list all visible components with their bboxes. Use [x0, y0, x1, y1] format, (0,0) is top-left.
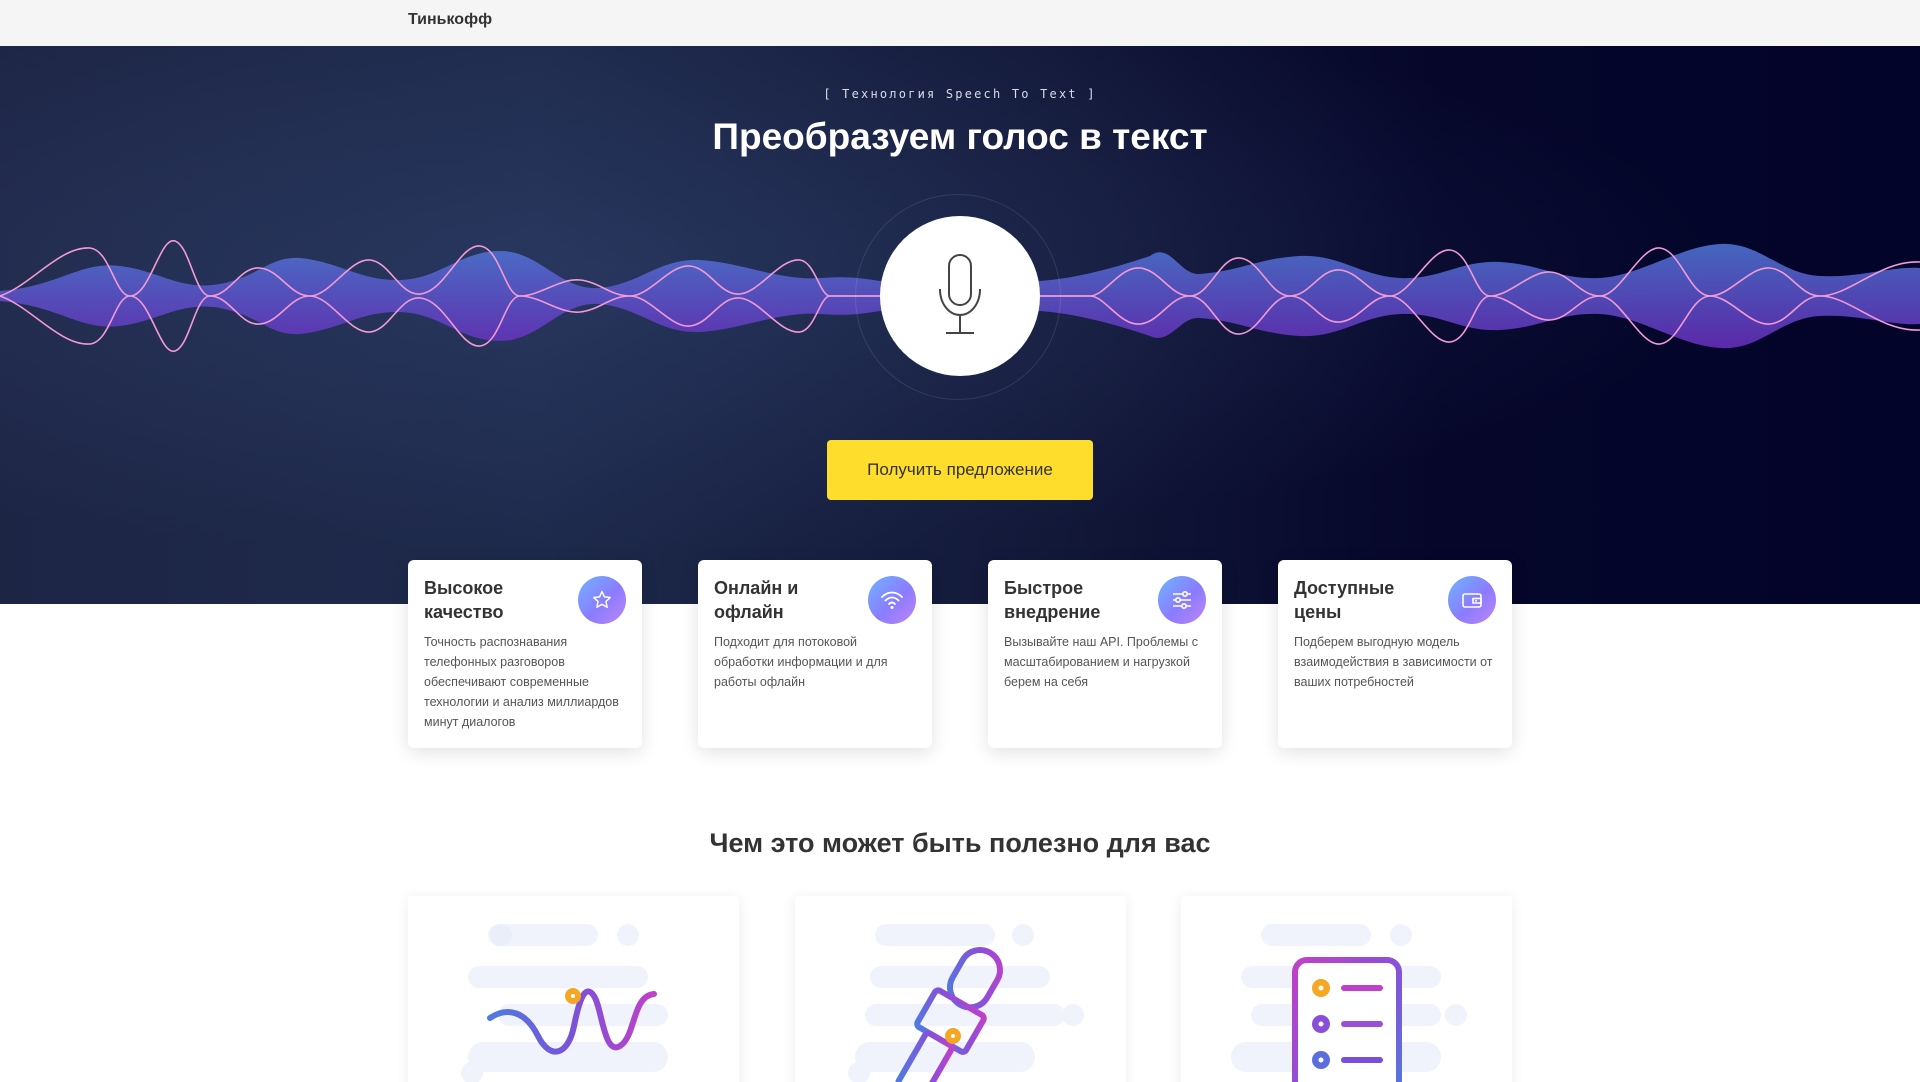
feature-text: Точность распознавания телефонных разгов… [424, 635, 619, 729]
use-case-card-documents[interactable] [1181, 896, 1512, 1082]
top-bar: Тинькофф [0, 0, 1920, 46]
feature-title: Быстрое внедрение [1004, 578, 1101, 622]
sliders-icon [1158, 576, 1206, 624]
feature-card-online-offline: Онлайн и офлайн Подходит для потоковой о… [698, 560, 932, 748]
wave-chart-illustration [461, 924, 668, 1082]
hero-section: [ Технология Speech To Text ] Преобразуе… [0, 46, 1920, 604]
microphone-icon [939, 254, 981, 334]
use-case-card-analytics[interactable] [408, 896, 739, 1082]
feature-text: Подберем выгодную модель взаимодействия … [1294, 635, 1493, 689]
benefits-title: Чем это может быть полезно для вас [709, 828, 1211, 858]
feature-card-prices: Доступные цены Подберем выгодную модель … [1278, 560, 1512, 748]
wallet-icon [1448, 576, 1496, 624]
feature-title: Онлайн и офлайн [714, 578, 799, 622]
star-icon [578, 576, 626, 624]
feature-title: Доступные цены [1294, 578, 1395, 622]
checklist-document-illustration [1231, 924, 1467, 1082]
hero-title: Преобразуем голос в текст [712, 116, 1208, 157]
feature-text: Вызывайте наш API. Проблемы с масштабиро… [1004, 635, 1198, 689]
feature-card-fast-integration: Быстрое внедрение Вызывайте наш API. Про… [988, 560, 1222, 748]
brand-logo[interactable]: Тинькофф [408, 11, 492, 29]
feature-title: Высокое качество [424, 578, 504, 622]
get-offer-button[interactable]: Получить предложение [827, 440, 1093, 500]
hero-kicker: [ Технология Speech To Text ] [823, 87, 1097, 101]
feature-card-quality: Высокое качество Точность распознавания … [408, 560, 642, 748]
feature-text: Подходит для потоковой обработки информа… [714, 635, 888, 689]
use-case-card-voice[interactable] [795, 896, 1126, 1082]
wifi-icon [868, 576, 916, 624]
microphone-button[interactable] [880, 216, 1040, 376]
handheld-microphone-illustration [848, 924, 1084, 1082]
